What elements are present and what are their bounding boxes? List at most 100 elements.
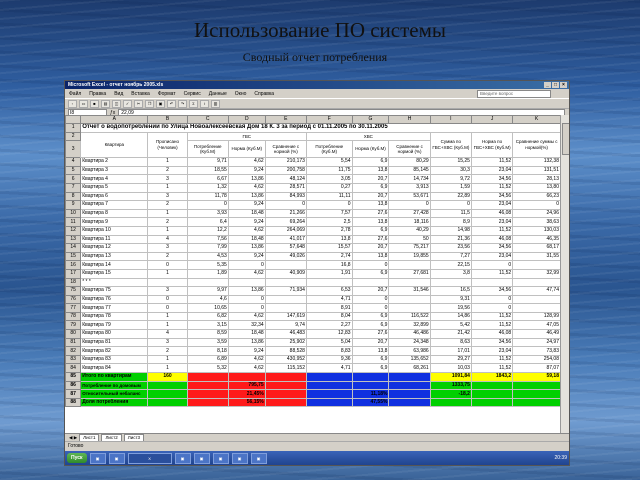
cell[interactable]: 16,5: [429, 286, 472, 296]
cell[interactable]: [264, 380, 307, 391]
cell[interactable]: 28,571: [264, 182, 307, 193]
cell[interactable]: [264, 294, 307, 305]
cell[interactable]: 34,56: [470, 174, 514, 184]
cell[interactable]: [512, 380, 561, 391]
cell[interactable]: 132,38: [512, 157, 561, 167]
cell[interactable]: 135,652: [388, 354, 431, 365]
cell[interactable]: 2,5: [305, 217, 353, 227]
cell[interactable]: 10,03: [429, 363, 472, 374]
taskbar-item[interactable]: ▣: [89, 452, 106, 464]
cell[interactable]: Квартира 79: [80, 320, 149, 331]
cell[interactable]: 28,13: [512, 174, 561, 184]
cell[interactable]: 4,62: [227, 225, 266, 236]
cell[interactable]: 131,51: [512, 165, 561, 176]
cell[interactable]: 0: [351, 303, 390, 313]
column-header[interactable]: I: [429, 115, 472, 124]
cell[interactable]: 69,264: [264, 217, 307, 227]
cell[interactable]: 88,528: [264, 346, 307, 356]
header-kvartira[interactable]: Квартира: [80, 131, 149, 159]
cell[interactable]: 0: [351, 260, 390, 270]
cell[interactable]: [264, 389, 307, 399]
cell[interactable]: [305, 389, 353, 399]
cell[interactable]: 0: [227, 303, 266, 313]
cell[interactable]: 1: [147, 311, 188, 322]
vertical-scrollbar[interactable]: [560, 115, 569, 433]
cell[interactable]: 6,9: [351, 268, 390, 279]
scroll-thumb[interactable]: [562, 123, 569, 155]
cell[interactable]: 0: [147, 303, 188, 313]
cell[interactable]: [512, 277, 561, 288]
cell[interactable]: 0: [470, 260, 514, 270]
cell[interactable]: [186, 380, 229, 391]
cell[interactable]: 4,62: [227, 363, 266, 374]
totals-label[interactable]: Относительный небаланс: [80, 389, 149, 399]
cell[interactable]: 13,86: [227, 337, 266, 348]
cell[interactable]: 18,48: [227, 208, 266, 219]
cell[interactable]: 18,48: [227, 234, 266, 245]
cell[interactable]: 116,522: [388, 311, 431, 322]
cell[interactable]: 9,97: [186, 286, 229, 296]
cell[interactable]: 4,62: [227, 354, 266, 365]
totals-summa[interactable]: 1091,84: [429, 372, 472, 382]
cell[interactable]: 0: [264, 200, 307, 210]
cell[interactable]: Квартира 80: [80, 329, 149, 339]
cell[interactable]: 20,7: [351, 191, 390, 202]
cell[interactable]: 6,9: [351, 363, 390, 374]
row-header[interactable]: 17: [65, 268, 82, 279]
row-header[interactable]: 81: [65, 337, 82, 348]
cell[interactable]: 40,909: [264, 268, 307, 279]
cell[interactable]: 8,04: [305, 311, 353, 322]
cell[interactable]: 73,83: [512, 346, 561, 356]
column-header[interactable]: G: [351, 115, 390, 124]
cell[interactable]: 14,98: [429, 225, 472, 236]
sum-icon[interactable]: Σ: [189, 99, 198, 108]
header-sravnenie[interactable]: Сравнение с нормой (%): [388, 140, 431, 159]
cell[interactable]: 0: [470, 303, 514, 313]
cell[interactable]: Квартира 14: [80, 260, 149, 270]
cell[interactable]: Квартира 78: [80, 311, 149, 322]
cell[interactable]: Квартира 6: [80, 191, 149, 202]
cell[interactable]: 29,27: [429, 354, 472, 365]
cell[interactable]: Квартира 11: [80, 234, 149, 245]
cell[interactable]: 3: [147, 337, 188, 348]
cell[interactable]: 2: [147, 217, 188, 227]
cell[interactable]: 4,62: [227, 182, 266, 193]
open-icon[interactable]: ▭: [79, 99, 88, 108]
cell[interactable]: 3,93: [186, 208, 229, 219]
cell[interactable]: [186, 372, 229, 382]
row-header[interactable]: 13: [65, 234, 82, 245]
totals-label[interactable]: Доля потребления: [80, 397, 149, 408]
cell[interactable]: 57,648: [264, 243, 307, 253]
cell[interactable]: 9,36: [305, 354, 353, 365]
row-header[interactable]: 78: [65, 311, 82, 322]
cell[interactable]: Квартира 10: [80, 225, 149, 236]
cell[interactable]: 3: [147, 174, 188, 184]
cell[interactable]: [227, 372, 266, 382]
cell[interactable]: 6,82: [186, 311, 229, 322]
cell[interactable]: [147, 380, 188, 391]
cell[interactable]: 10,65: [186, 303, 229, 313]
cell[interactable]: 5,54: [305, 157, 353, 167]
cell[interactable]: 0: [186, 200, 229, 210]
header-propisano[interactable]: Прописано (Человек): [147, 131, 188, 159]
cell[interactable]: 6,89: [186, 354, 229, 365]
column-header[interactable]: B: [147, 115, 188, 124]
cell[interactable]: 7,99: [186, 243, 229, 253]
cell[interactable]: [512, 260, 561, 270]
row-header[interactable]: 15: [65, 251, 82, 262]
cell[interactable]: 27,6: [351, 234, 390, 245]
cell[interactable]: 14,734: [388, 174, 431, 184]
totals-count[interactable]: 160: [147, 372, 188, 382]
cell[interactable]: 2,78: [305, 225, 353, 236]
cell[interactable]: [227, 277, 266, 288]
cell[interactable]: [470, 389, 514, 399]
cell[interactable]: 13,86: [227, 191, 266, 202]
row-header[interactable]: 83: [65, 354, 82, 365]
cell[interactable]: 1,59: [429, 182, 472, 193]
menu-insert[interactable]: Вставка: [131, 91, 150, 97]
cell[interactable]: 85,145: [388, 165, 431, 176]
cell[interactable]: 11,52: [470, 225, 514, 236]
column-header[interactable]: H: [388, 115, 431, 124]
cell[interactable]: [186, 397, 229, 408]
column-header[interactable]: K: [512, 115, 561, 124]
